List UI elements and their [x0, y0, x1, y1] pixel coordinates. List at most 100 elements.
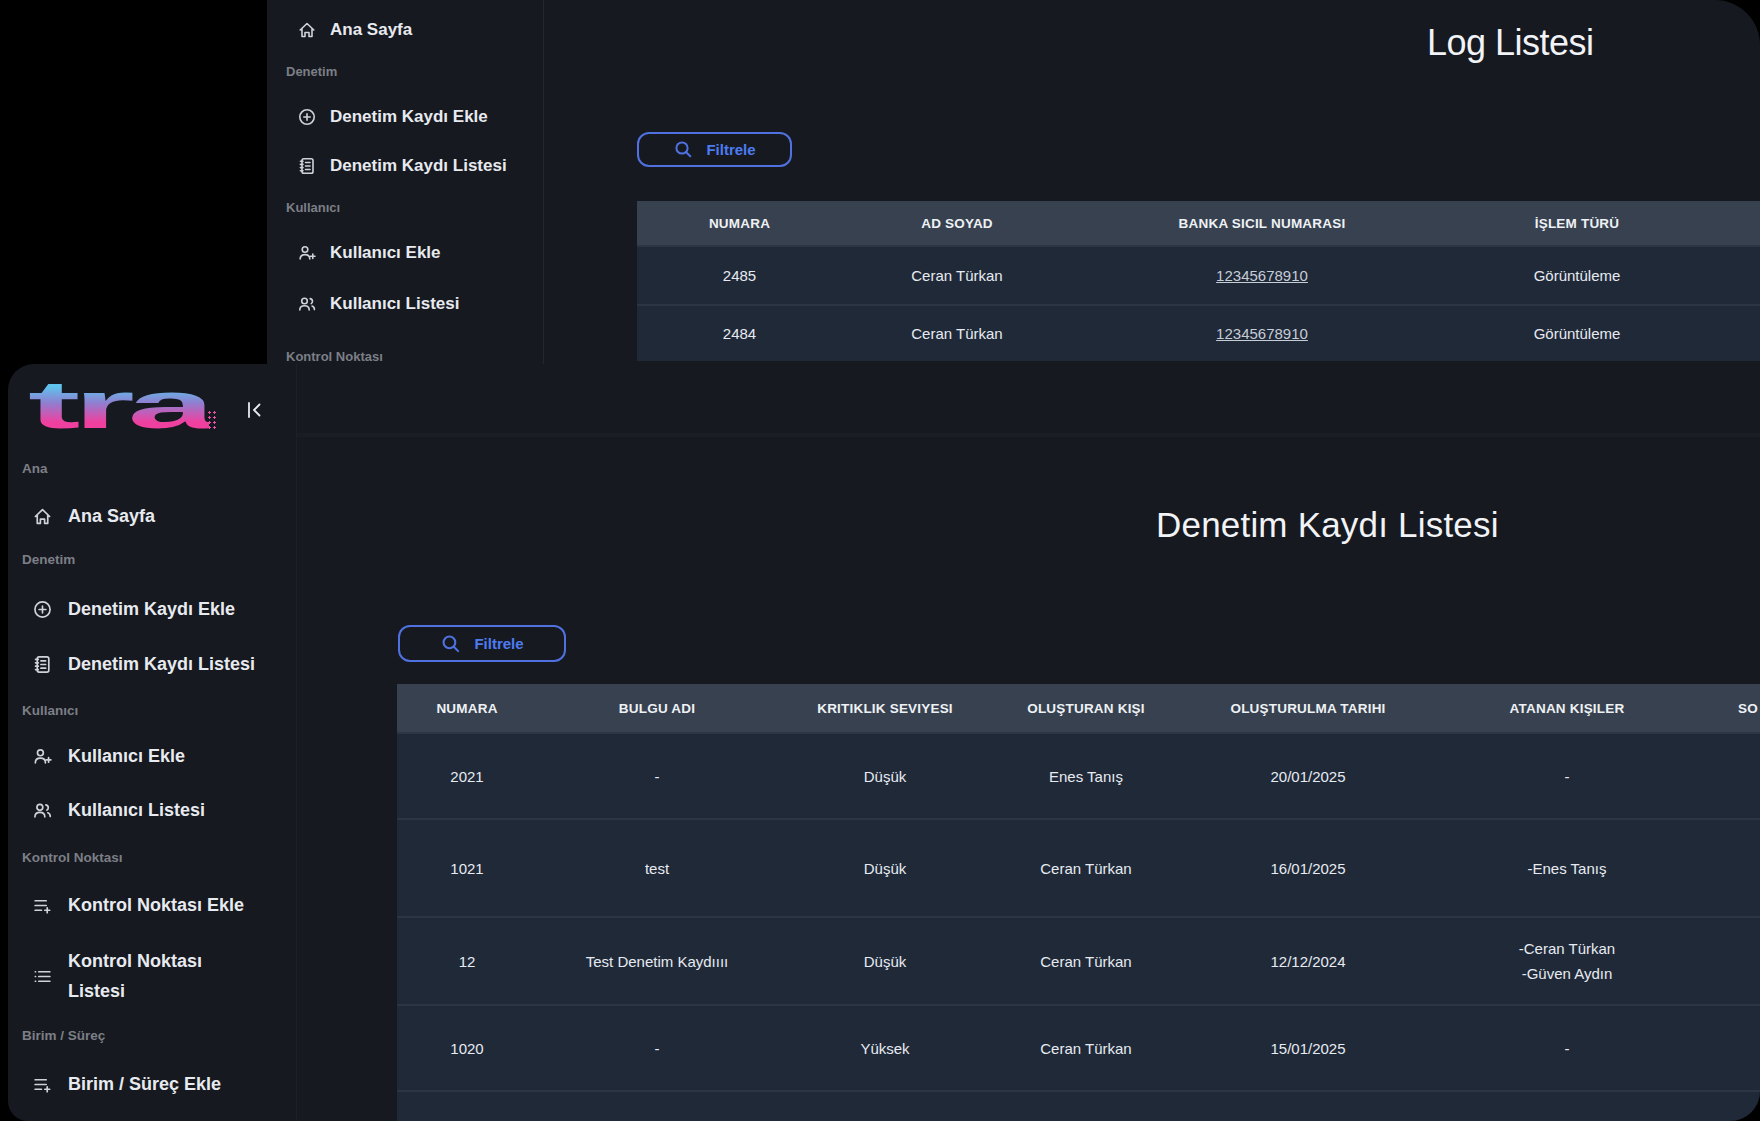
sidebar-a-section-denetim: Denetim: [286, 64, 337, 79]
sidebar-b-item-kontrol-noktasi-ekle[interactable]: Kontrol Noktası Ekle: [32, 888, 244, 922]
sidebar-b-item-denetim-kaydi-ekle[interactable]: Denetim Kaydı Ekle: [32, 592, 235, 626]
audit-col-so: SO: [1697, 701, 1760, 716]
log-col-banka-sicil: BANKA SICIL NUMARASI: [1072, 216, 1452, 231]
audit-filter-button[interactable]: Filtrele: [398, 625, 566, 662]
cell-bulgu-adi: -: [537, 768, 777, 785]
plus-circle-icon: [297, 107, 317, 127]
cell-islem-turu: Görüntüleme: [1452, 267, 1702, 284]
cell-olusturan: Ceran Türkan: [993, 1040, 1179, 1057]
sidebar-b-label: Denetim Kaydı Listesi: [68, 654, 255, 675]
sidebar-b-label: Ana Sayfa: [68, 506, 155, 527]
log-col-ad-soyad: AD SOYAD: [842, 216, 1072, 231]
sidebar-a-item-denetim-kaydi-listesi[interactable]: Denetim Kaydı Listesi: [297, 149, 507, 183]
banka-sicil-link[interactable]: 12345678910: [1216, 267, 1308, 284]
audit-page-title: Denetim Kaydı Listesi: [1156, 505, 1499, 545]
sidebar-b-item-denetim-kaydi-listesi[interactable]: Denetim Kaydı Listesi: [32, 647, 255, 681]
sidebar-a-item-kullanici-listesi[interactable]: Kullanıcı Listesi: [297, 287, 459, 321]
journal-icon: [297, 156, 317, 176]
log-filter-button[interactable]: Filtrele: [637, 132, 792, 167]
cell-numara: 1021: [397, 860, 537, 877]
sidebar-b-section-birim-surec: Birim / Süreç: [22, 1028, 105, 1043]
audit-table-row[interactable]: [397, 1090, 1760, 1121]
sidebar-b-item-kontrol-noktasi-listesi[interactable]: Kontrol Noktası Listesi: [32, 945, 238, 1007]
sidebar-b-section-denetim: Denetim: [22, 552, 75, 567]
sidebar-b-item-kullanici-listesi[interactable]: Kullanıcı Listesi: [32, 793, 205, 827]
collapse-sidebar-icon: [243, 399, 265, 421]
sidebar-b-item-ana-sayfa[interactable]: Ana Sayfa: [32, 499, 155, 533]
sidebar-a-item-denetim-kaydi-ekle[interactable]: Denetim Kaydı Ekle: [297, 100, 488, 134]
cell-numara: 12: [397, 953, 537, 970]
sidebar-b-label: Kontrol Noktası Ekle: [68, 895, 244, 916]
audit-table-row[interactable]: 12 Test Denetim Kaydıııı Düşük Ceran Tür…: [397, 916, 1760, 1004]
cell-numara: 2021: [397, 768, 537, 785]
list-icon: [32, 966, 53, 987]
log-page-panel: Ana Sayfa Denetim Denetim Kaydı Ekle Den…: [267, 0, 1760, 364]
cell-numara: 1020: [397, 1040, 537, 1057]
logo[interactable]: tra: [28, 378, 105, 432]
journal-icon: [32, 654, 53, 675]
home-icon: [297, 20, 317, 40]
home-icon: [32, 506, 53, 527]
cell-kritiklik: Düşük: [777, 768, 993, 785]
cell-bulgu-adi: test: [537, 860, 777, 877]
log-sidebar-divider: [543, 0, 544, 364]
cell-atanan: -: [1437, 1040, 1697, 1057]
content-header-divider: [297, 433, 1760, 437]
log-table-row[interactable]: 2484 Ceran Türkan 12345678910 Görüntülem…: [637, 304, 1760, 361]
audit-table-row[interactable]: 1020 - Yüksek Ceran Türkan 15/01/2025 -: [397, 1004, 1760, 1090]
audit-table: NUMARA BULGU ADI KRITIKLIK SEVIYESI OLUŞ…: [397, 684, 1760, 1121]
sidebar-collapse-button[interactable]: [243, 399, 265, 421]
log-table: NUMARA AD SOYAD BANKA SICIL NUMARASI İŞL…: [637, 201, 1760, 361]
cell-islem-turu: Görüntüleme: [1452, 325, 1702, 342]
sidebar-b-label: Birim / Süreç Ekle: [68, 1074, 221, 1095]
list-plus-icon: [32, 895, 53, 916]
log-col-numara: NUMARA: [637, 216, 842, 231]
cell-olusturan: Ceran Türkan: [993, 953, 1179, 970]
logo-text: tra: [28, 378, 208, 432]
cell-tarih: 12/12/2024: [1179, 953, 1437, 970]
person-plus-icon: [32, 746, 53, 767]
cell-olusturan: Ceran Türkan: [993, 860, 1179, 877]
sidebar-b-label: Kullanıcı Listesi: [68, 800, 205, 821]
log-page-title: Log Listesi: [1427, 22, 1594, 64]
audit-table-row[interactable]: 1021 test Düşük Ceran Türkan 16/01/2025 …: [397, 818, 1760, 916]
sidebar-a-item-kullanici-ekle[interactable]: Kullanıcı Ekle: [297, 236, 441, 270]
sidebar-b-section-kontrol-noktasi: Kontrol Noktası: [22, 850, 123, 865]
audit-col-olusturan: OLUŞTURAN KIŞI: [993, 701, 1179, 716]
audit-col-kritiklik: KRITIKLIK SEVIYESI: [777, 701, 993, 716]
sidebar-b-section-ana: Ana: [22, 461, 48, 476]
people-icon: [32, 800, 53, 821]
cell-numara: 2485: [637, 267, 842, 284]
audit-table-row[interactable]: 2021 - Düşük Enes Tanış 20/01/2025 -: [397, 732, 1760, 818]
person-plus-icon: [297, 243, 317, 263]
sidebar-a-label: Kullanıcı Ekle: [330, 243, 441, 263]
list-plus-icon: [32, 1074, 53, 1095]
sidebar-b-label: Kontrol Noktası Listesi: [68, 946, 238, 1006]
audit-table-header-row: NUMARA BULGU ADI KRITIKLIK SEVIYESI OLUŞ…: [397, 684, 1760, 732]
sidebar-a-section-kullanici: Kullanıcı: [286, 200, 340, 215]
sidebar-b-section-kullanici: Kullanıcı: [22, 703, 78, 718]
log-col-islem-turu: İŞLEM TÜRÜ: [1452, 216, 1702, 231]
cell-ad-soyad: Ceran Türkan: [842, 267, 1072, 284]
sidebar-b-label: Kullanıcı Ekle: [68, 746, 185, 767]
audit-col-tarih: OLUŞTURULMA TARIHI: [1179, 701, 1437, 716]
sidebar-b-label: Denetim Kaydı Ekle: [68, 599, 235, 620]
sidebar-a-label: Denetim Kaydı Listesi: [330, 156, 507, 176]
audit-col-atanan: ATANAN KIŞILER: [1437, 701, 1697, 716]
plus-circle-icon: [32, 599, 53, 620]
cell-atanan: -Ceran Türkan -Güven Aydın: [1437, 936, 1697, 986]
cell-kritiklik: Düşük: [777, 953, 993, 970]
cell-tarih: 16/01/2025: [1179, 860, 1437, 877]
log-table-row[interactable]: 2485 Ceran Türkan 12345678910 Görüntülem…: [637, 245, 1760, 304]
cell-olusturan: Enes Tanış: [993, 768, 1179, 785]
banka-sicil-link[interactable]: 12345678910: [1216, 325, 1308, 342]
cell-kritiklik: Yüksek: [777, 1040, 993, 1057]
sidebar-a-label: Ana Sayfa: [330, 20, 412, 40]
audit-col-bulgu-adi: BULGU ADI: [537, 701, 777, 716]
sidebar-b-item-kullanici-ekle[interactable]: Kullanıcı Ekle: [32, 739, 185, 773]
sidebar-b-item-birim-surec-ekle[interactable]: Birim / Süreç Ekle: [32, 1067, 221, 1101]
audit-filter-button-label: Filtrele: [474, 635, 523, 652]
sidebar-a-item-ana-sayfa[interactable]: Ana Sayfa: [297, 13, 412, 47]
cell-tarih: 20/01/2025: [1179, 768, 1437, 785]
logo-dots: [207, 410, 217, 429]
